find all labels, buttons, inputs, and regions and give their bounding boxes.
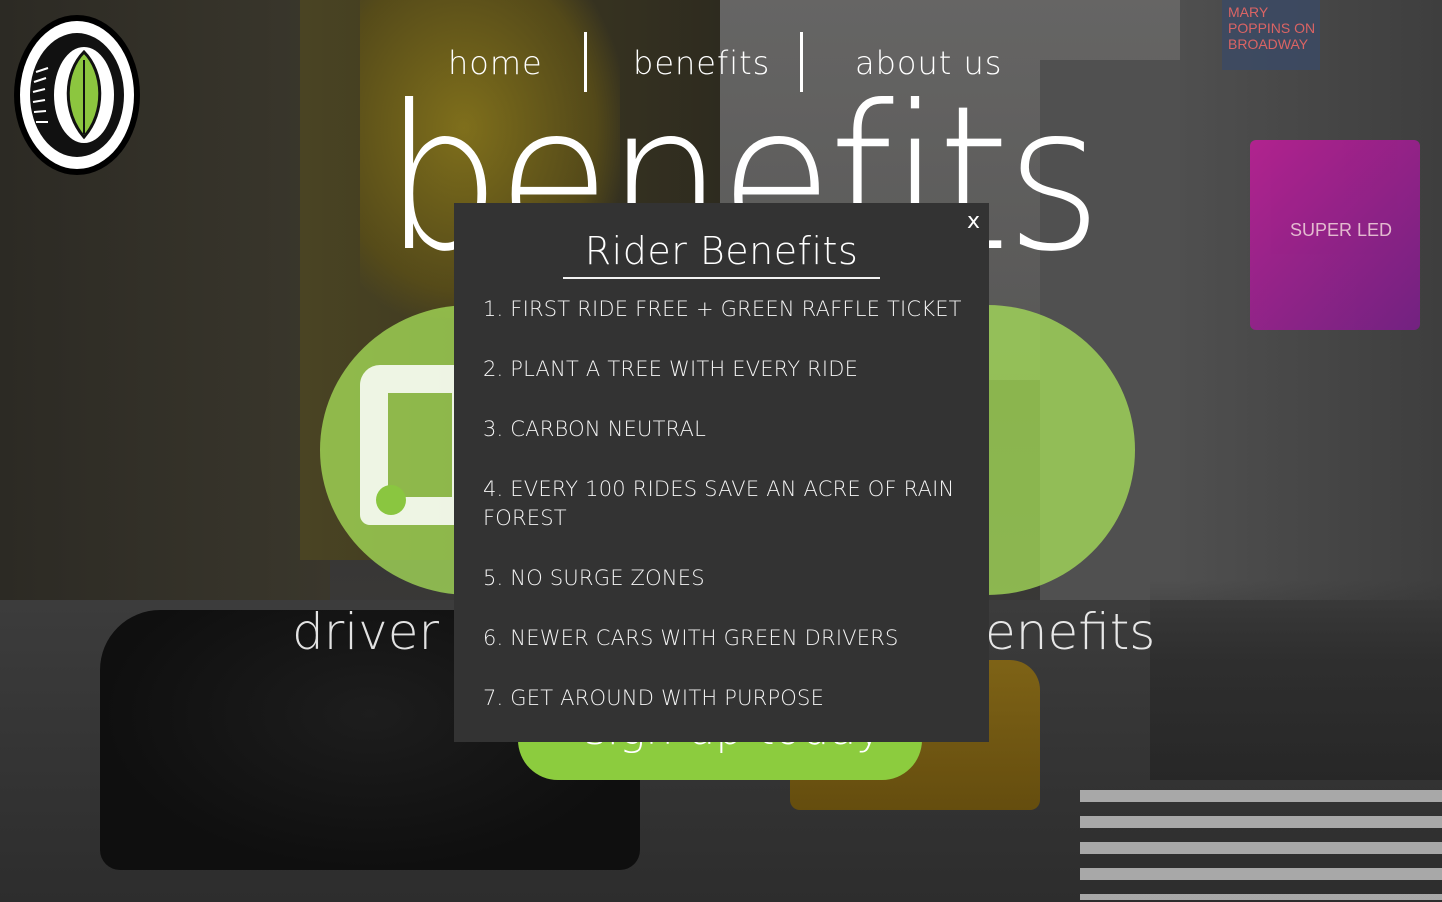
rider-benefits-modal: x Rider Benefits 1. FIRST RIDE FREE + GR… (454, 203, 989, 742)
list-item: 3. CARBON NEUTRAL (483, 417, 707, 441)
title-underline (563, 277, 880, 279)
benefits-list: 1. FIRST RIDE FREE + GREEN RAFFLE TICKET… (483, 295, 963, 744)
list-item: 5. NO SURGE ZONES (483, 566, 705, 590)
crosswalk (1080, 790, 1442, 900)
list-item: 6. NEWER CARS WITH GREEN DRIVERS (483, 626, 899, 650)
list-item: 7. GET AROUND WITH PURPOSE (483, 686, 825, 710)
list-item: 4. EVERY 100 RIDES SAVE AN ACRE OF RAIN … (483, 477, 955, 530)
list-item: 2. PLANT A TREE WITH EVERY RIDE (483, 357, 859, 381)
tire-leaf-logo-icon[interactable] (12, 12, 142, 178)
list-item: 1. FIRST RIDE FREE + GREEN RAFFLE TICKET (483, 297, 962, 321)
rider-benefits-label[interactable]: enefits (985, 603, 1155, 661)
modal-title: Rider Benefits (584, 229, 859, 273)
billboard-super-led: SUPER LED (1250, 140, 1420, 330)
